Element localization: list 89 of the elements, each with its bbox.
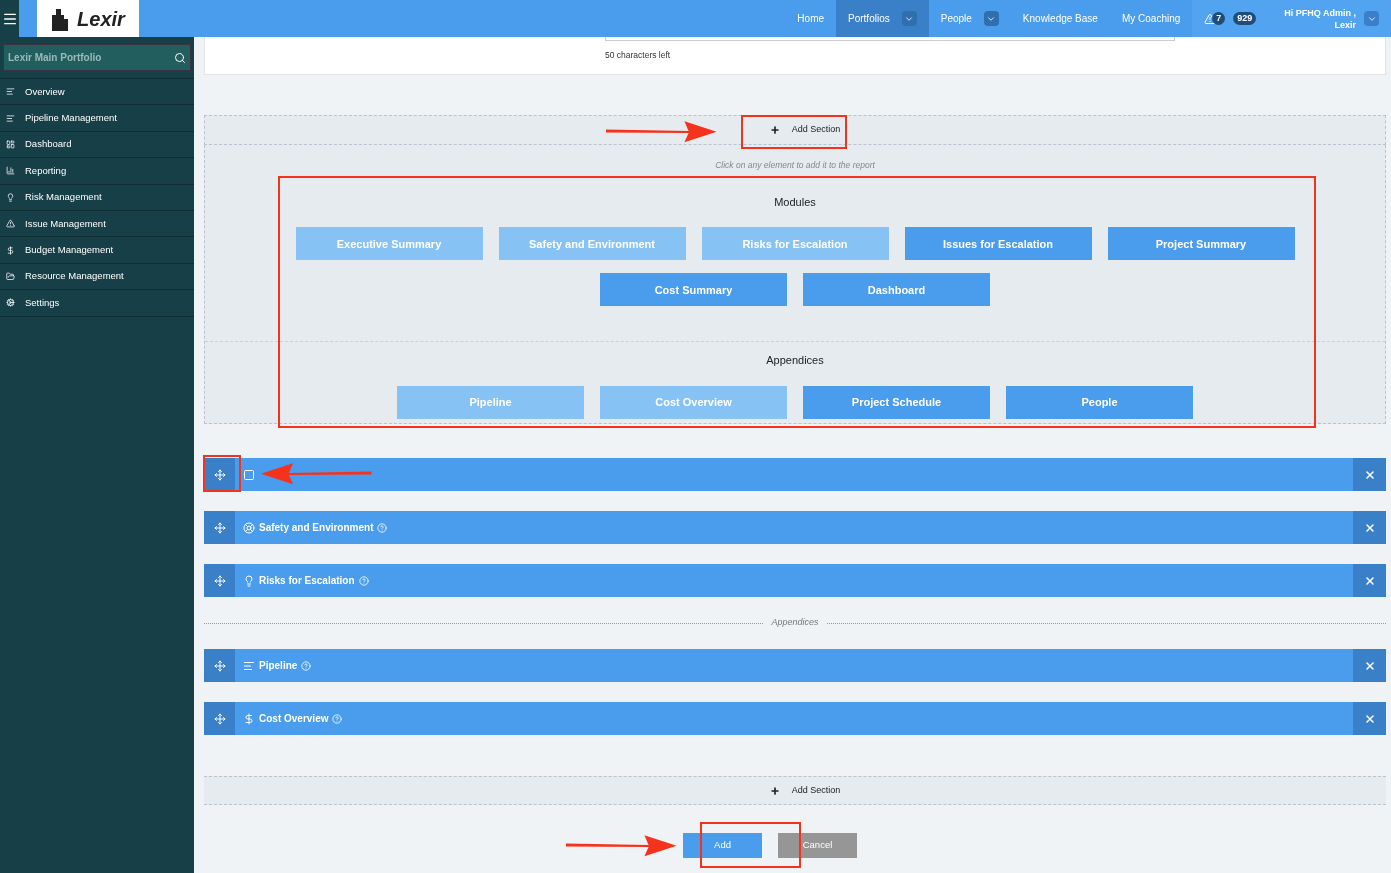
sidebar-item[interactable]: Budget Management	[0, 236, 194, 263]
notification-count: 929	[1233, 11, 1257, 26]
nav-tab[interactable]: Portfolios	[836, 0, 929, 37]
move-icon	[213, 659, 226, 672]
add-button[interactable]: Add	[683, 833, 762, 858]
move-icon	[213, 468, 226, 481]
nav-tab[interactable]: My Coaching	[1109, 0, 1193, 37]
close-icon	[1363, 574, 1376, 587]
element-button[interactable]: Dashboard	[803, 273, 990, 307]
help-icon	[332, 713, 343, 724]
help-icon	[377, 522, 388, 533]
sidebar-item[interactable]: Reporting	[0, 157, 194, 184]
dashboard-icon	[6, 139, 15, 149]
logo-text: Lexir	[77, 6, 125, 32]
element-button[interactable]: People	[1006, 385, 1193, 419]
close-button[interactable]	[1353, 458, 1386, 491]
warning-icon	[6, 219, 15, 229]
nav-tab[interactable]: Home	[785, 0, 837, 37]
sidebar-item[interactable]: Resource Management	[0, 262, 194, 290]
plus-icon	[769, 125, 780, 135]
character-counter: 50 characters left	[605, 50, 671, 60]
nav-label: Portfolios	[848, 12, 890, 26]
folder-icon	[6, 271, 15, 281]
group-title: Appendices	[766, 353, 824, 369]
dollar-icon	[243, 712, 255, 725]
close-icon	[1363, 712, 1376, 725]
bar-chart-icon	[6, 166, 15, 176]
close-button[interactable]	[1353, 564, 1386, 597]
lines-icon	[6, 113, 15, 123]
nav-label: Knowledge Base	[1022, 12, 1098, 26]
nav-label: People	[940, 12, 972, 26]
dollar-icon	[6, 245, 15, 255]
portfolio-search-field[interactable]: Lexir Main Portfolio	[3, 44, 191, 71]
element-button[interactable]: Project Schedule	[803, 385, 990, 419]
lifebuoy-icon	[243, 521, 255, 534]
move-icon	[213, 712, 226, 725]
move-icon	[213, 521, 226, 534]
move-handle[interactable]	[204, 564, 235, 597]
close-icon	[1363, 468, 1376, 481]
divider-label: Appendices	[771, 616, 819, 630]
add-section-bar[interactable]: Add Section	[204, 115, 1386, 145]
sidebar-item[interactable]: Issue Management	[0, 209, 194, 237]
settings-icon	[6, 298, 15, 308]
element-button[interactable]: Cost Summary	[600, 273, 787, 307]
section-title: Cost Overview	[259, 712, 329, 726]
section-title: Pipeline	[259, 659, 298, 673]
dropdown-button[interactable]	[901, 11, 917, 26]
move-icon	[213, 574, 226, 587]
sidebar-item[interactable]: Risk Management	[0, 183, 194, 210]
lines-icon	[6, 87, 15, 97]
help-icon	[301, 660, 312, 671]
nav-tab[interactable]: Knowledge Base	[1010, 0, 1110, 37]
move-handle[interactable]	[204, 702, 235, 735]
close-icon	[1363, 521, 1376, 534]
alert-count: 7	[1212, 11, 1226, 26]
menu-button[interactable]	[0, 0, 19, 37]
close-icon	[1363, 659, 1376, 672]
help-icon	[358, 575, 369, 586]
cancel-button[interactable]: Cancel	[778, 833, 857, 858]
dropdown-button[interactable]	[1364, 11, 1379, 26]
move-handle[interactable]	[204, 649, 235, 682]
lightbulb-icon	[6, 192, 15, 202]
close-button[interactable]	[1353, 511, 1386, 544]
group-title: Modules	[774, 194, 816, 210]
square-icon	[243, 468, 255, 481]
user-greeting: Hi PFHQ Admin ,	[1284, 6, 1356, 19]
highlight-frame	[203, 455, 241, 492]
nav-label: My Coaching	[1121, 12, 1181, 26]
dropdown-button[interactable]	[983, 11, 999, 26]
search-icon	[174, 51, 186, 64]
sidebar-item[interactable]: Dashboard	[0, 130, 194, 158]
plus-icon	[769, 785, 780, 796]
nav-label: Home	[797, 12, 825, 26]
sidebar-item[interactable]: Settings	[0, 289, 194, 316]
close-button[interactable]	[1353, 649, 1386, 682]
user-greeting: Lexir	[1334, 18, 1356, 31]
move-handle[interactable]	[204, 511, 235, 544]
add-section-bar[interactable]: Add Section	[204, 776, 1386, 805]
element-button[interactable]: Project Summary	[1107, 227, 1295, 261]
nav-tab[interactable]: People	[928, 0, 1011, 37]
lines-icon	[243, 659, 255, 672]
sidebar-item[interactable]: Pipeline Management	[0, 104, 194, 131]
element-button[interactable]: Issues for Escalation	[904, 227, 1092, 261]
sidebar-item[interactable]: Overview	[0, 78, 194, 105]
lightbulb-icon	[243, 574, 255, 587]
section-title: Risks for Escalation	[259, 574, 355, 588]
close-button[interactable]	[1353, 702, 1386, 735]
section-title: Safety and Environment	[259, 521, 374, 535]
hint-text: Click on any element to add it to the report	[714, 159, 876, 172]
